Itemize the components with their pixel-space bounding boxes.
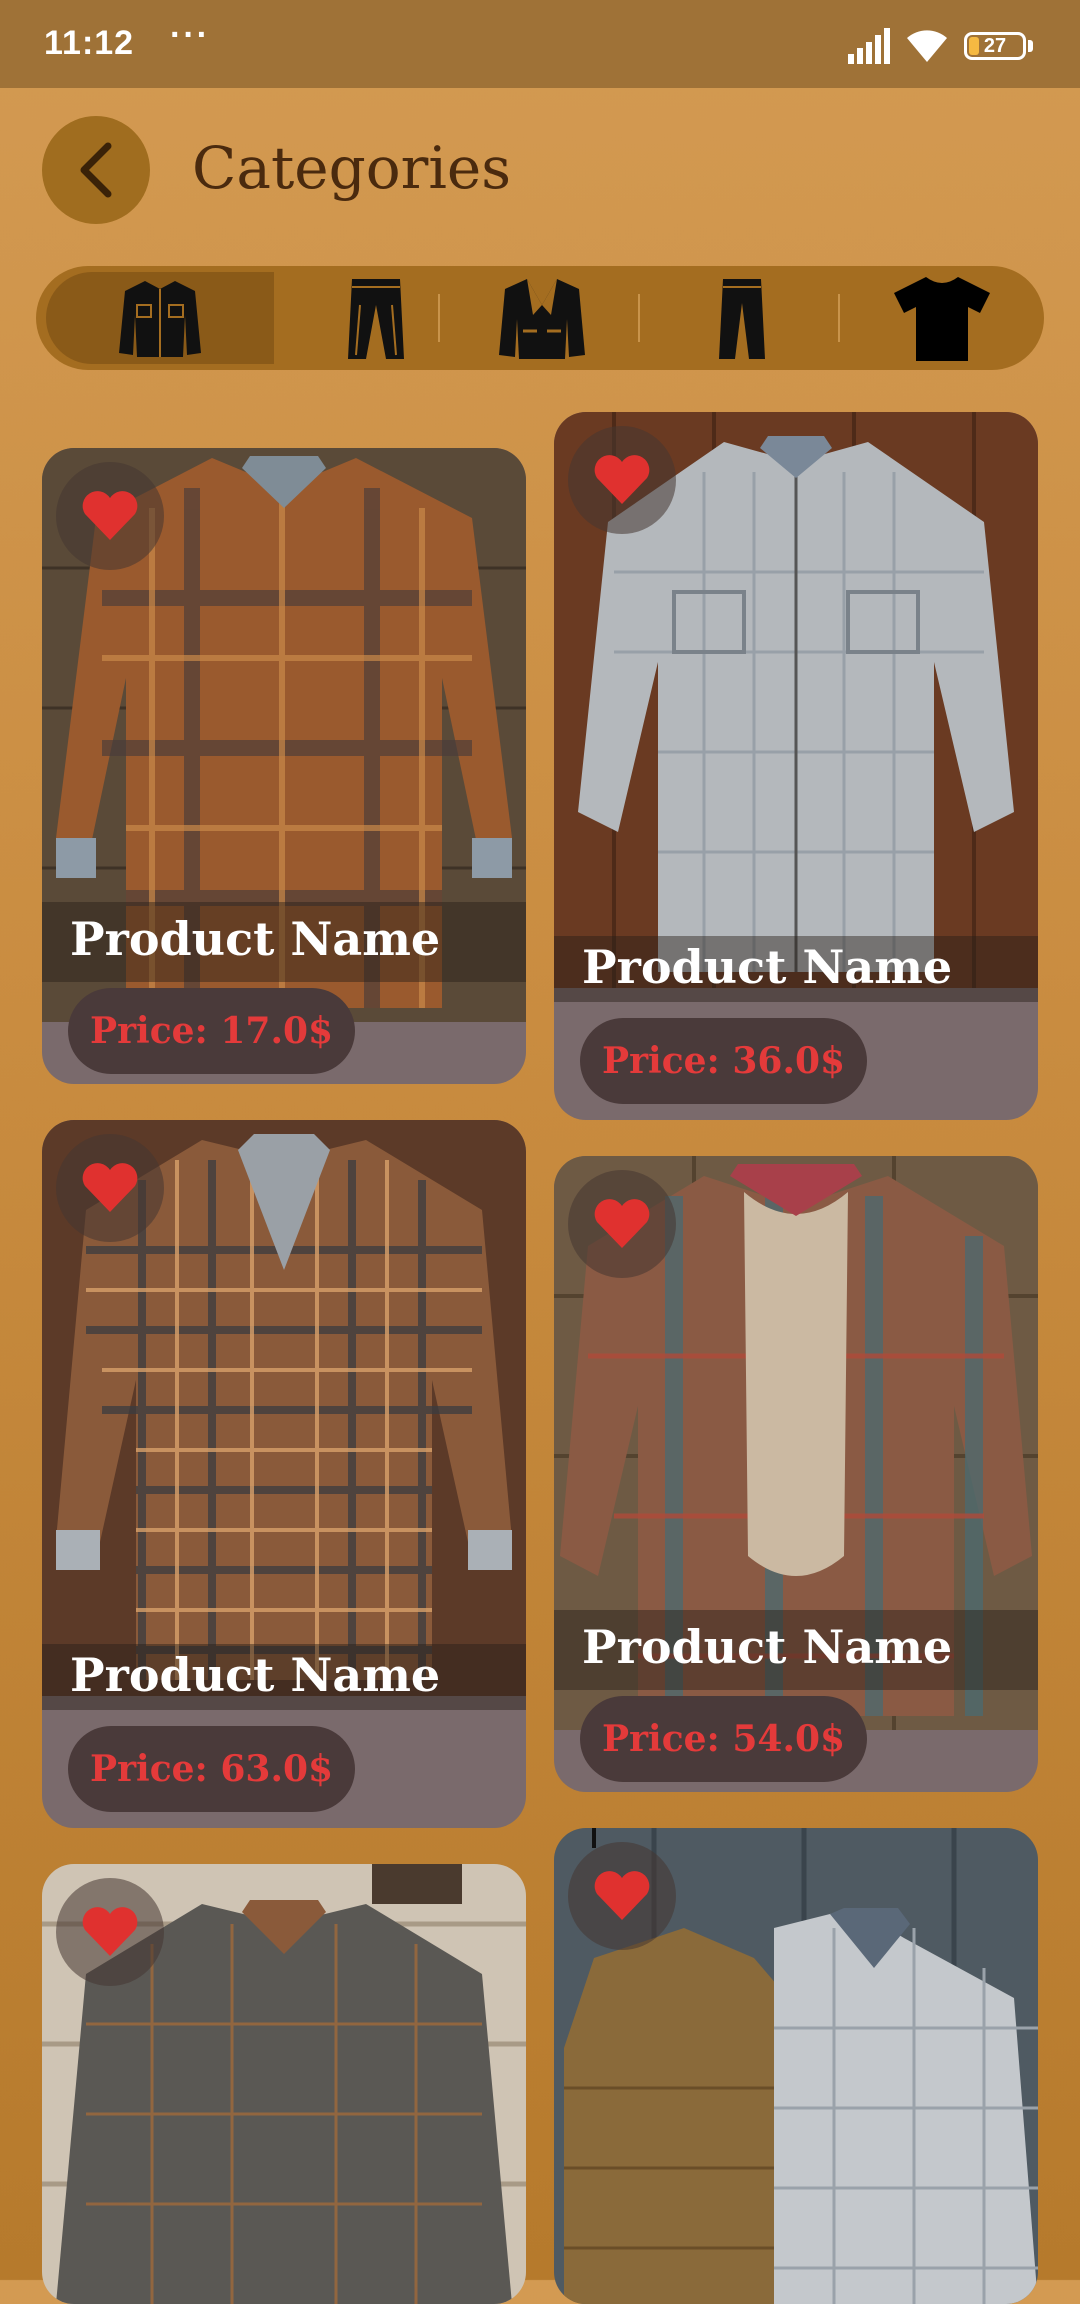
blazer-icon [499, 279, 585, 359]
favorite-button[interactable] [56, 1878, 164, 1986]
battery-icon: 27 [964, 32, 1026, 60]
wifi-icon [907, 30, 947, 62]
tshirt-icon [894, 277, 990, 361]
product-name: Product Name [582, 940, 953, 994]
product-card[interactable]: Product Name Price: 17.0$ [42, 448, 526, 1084]
signal-icon [848, 28, 890, 64]
product-price: Price: 17.0$ [68, 988, 356, 1074]
jeans-icon [348, 279, 404, 359]
favorite-button[interactable] [56, 1134, 164, 1242]
heart-icon [594, 1871, 650, 1920]
category-selector [36, 266, 1044, 370]
status-more-icon: ··· [170, 16, 210, 54]
favorite-button[interactable] [56, 462, 164, 570]
category-jackets[interactable] [46, 272, 274, 364]
favorite-button[interactable] [568, 426, 676, 534]
product-card[interactable]: Product Name Price: 36.0$ [554, 412, 1038, 1120]
chevron-left-icon [80, 142, 112, 198]
status-time: 11:12 [44, 24, 135, 62]
heart-icon [594, 455, 650, 504]
category-tshirts[interactable] [842, 266, 1042, 370]
product-name: Product Name [582, 1620, 953, 1674]
product-price: Price: 63.0$ [68, 1726, 356, 1812]
category-divider [838, 294, 840, 342]
product-name: Product Name [70, 912, 441, 966]
category-pants[interactable] [642, 266, 842, 370]
jacket-icon [119, 281, 201, 357]
product-price: Price: 54.0$ [580, 1696, 868, 1782]
heart-icon [82, 1163, 138, 1212]
favorite-button[interactable] [568, 1842, 676, 1950]
product-card[interactable]: Product Name Price: 54.0$ [554, 1156, 1038, 1792]
status-bar: 11:12 ··· 27 [0, 0, 1080, 88]
heart-icon [594, 1199, 650, 1248]
battery-level: 27 [983, 35, 1007, 57]
product-name: Product Name [70, 1648, 441, 1702]
battery-cap [1028, 40, 1033, 52]
heart-icon [82, 1907, 138, 1956]
product-card[interactable] [42, 1864, 526, 2304]
heart-icon [82, 491, 138, 540]
category-divider [638, 294, 640, 342]
product-card[interactable] [554, 1828, 1038, 2304]
page-title: Categories [192, 134, 511, 202]
back-button[interactable] [42, 116, 150, 224]
pants-icon [719, 279, 765, 359]
product-card[interactable]: Product Name Price: 63.0$ [42, 1120, 526, 1828]
favorite-button[interactable] [568, 1170, 676, 1278]
category-divider [438, 294, 440, 342]
category-blazers[interactable] [442, 266, 642, 370]
product-price: Price: 36.0$ [580, 1018, 868, 1104]
